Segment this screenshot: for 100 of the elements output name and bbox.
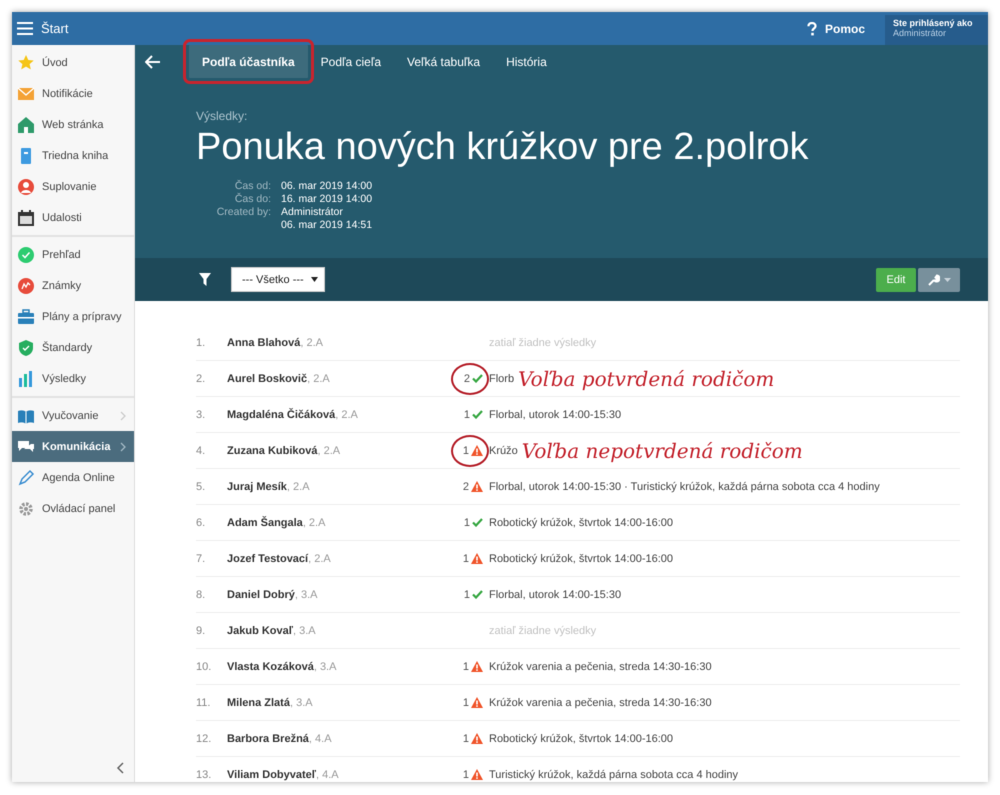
- participant-name[interactable]: Daniel Dobrý: [227, 588, 295, 600]
- participant-name[interactable]: Vlasta Kozáková: [227, 660, 314, 672]
- participant-name[interactable]: Anna Blahová: [227, 336, 300, 348]
- meta-value: 06. mar 2019 14:51: [281, 219, 374, 232]
- class-label: , 2.A: [335, 408, 358, 420]
- row-number: 2.: [196, 372, 206, 384]
- login-panel[interactable]: Ste prihlásený ako Administrátor: [885, 15, 988, 45]
- choice-count: 2: [464, 372, 470, 384]
- choice-count: 1: [464, 516, 470, 528]
- participant-name[interactable]: Viliam Dobyvateľ: [227, 768, 316, 780]
- result-text: Florbal, utorok 14:00-15:30 · Turistický krúžok, každá párna sobota cca 4 hodiny: [489, 480, 880, 492]
- result-text: Robotický krúžok, štvrtok 14:00-16:00: [489, 732, 674, 744]
- collapse-icon[interactable]: [116, 762, 124, 774]
- check-icon: [472, 590, 483, 599]
- choice-count: 1: [462, 768, 469, 780]
- class-label: , 2.A: [308, 552, 331, 564]
- handwritten-note: Voľba potvrdená rodičom: [518, 366, 774, 390]
- sidebar-item[interactable]: Vyučovanie: [12, 400, 134, 431]
- result-text: Florb: [489, 372, 514, 384]
- handwritten-note: Voľba nepotvrdená rodičom: [522, 438, 803, 462]
- person-icon: [17, 178, 35, 196]
- meta-label: Čas do:: [234, 193, 271, 206]
- tab[interactable]: História: [493, 45, 560, 78]
- class-label: , 2.A: [317, 444, 340, 456]
- class-label: , 2.A: [300, 336, 323, 348]
- row-number: 4.: [196, 444, 206, 456]
- participant-name[interactable]: Barbora Brežná: [227, 732, 309, 744]
- sidebar-item[interactable]: Úvod: [12, 47, 134, 78]
- participant-name[interactable]: Adam Šangala: [227, 516, 303, 528]
- class-label: , 3.A: [290, 696, 313, 708]
- row-number: 10.: [196, 660, 212, 672]
- result-text: Florbal, utorok 14:00-15:30: [489, 588, 622, 600]
- participant-name[interactable]: Jakub Kovaľ: [227, 624, 293, 636]
- help-icon[interactable]: [806, 22, 817, 36]
- meta-value: 06. mar 2019 14:00: [281, 180, 374, 193]
- menu-icon[interactable]: [17, 22, 33, 35]
- result-text: Krúžo: [489, 444, 518, 456]
- sidebar-item[interactable]: Výsledky: [12, 363, 134, 394]
- shield-icon: [17, 338, 35, 356]
- row-number: 12.: [196, 732, 212, 744]
- star-icon: [17, 54, 35, 72]
- check-icon: [472, 518, 483, 527]
- filter-icon[interactable]: [199, 273, 211, 286]
- back-arrow-icon[interactable]: [145, 54, 161, 68]
- sidebar-item[interactable]: Známky: [12, 270, 134, 301]
- warning-icon: [471, 445, 483, 456]
- pen-icon: [17, 468, 35, 486]
- house-icon: [17, 116, 35, 134]
- tab[interactable]: Podľa účastníka: [189, 45, 308, 78]
- participant-name[interactable]: Magdaléna Čičáková: [227, 408, 336, 420]
- app-title[interactable]: Štart: [41, 21, 68, 36]
- result-text: Robotický krúžok, štvrtok 14:00-16:00: [489, 552, 674, 564]
- row-number: 13.: [196, 768, 212, 780]
- sidebar-item[interactable]: Prehľad: [12, 239, 134, 270]
- choice-count: 2: [462, 480, 469, 492]
- tab[interactable]: Veľká tabuľka: [394, 45, 494, 78]
- row-number: 1.: [196, 336, 206, 348]
- result-text: Krúžok varenia a pečenia, streda 14:30-16:30: [489, 696, 712, 708]
- check-icon: [472, 410, 483, 419]
- tools-button[interactable]: [918, 268, 960, 292]
- sidebar-item[interactable]: Ovládací panel: [12, 493, 134, 524]
- sidebar-item[interactable]: Agenda Online: [12, 462, 134, 493]
- participant-name[interactable]: Jozef Testovací: [227, 552, 308, 564]
- sidebar-item[interactable]: Štandardy: [12, 332, 134, 363]
- class-label: , 3.A: [292, 624, 316, 636]
- wrench-icon: [928, 274, 940, 286]
- bar-chart-icon: [17, 370, 35, 388]
- choice-count: 1: [462, 444, 469, 456]
- warning-icon: [471, 661, 483, 672]
- choice-count: 1: [462, 732, 469, 744]
- row-number: 11.: [196, 696, 212, 708]
- sidebar-item[interactable]: Udalosti: [12, 202, 134, 233]
- result-text: Krúžok varenia a pečenia, streda 14:30-16:30: [489, 660, 712, 672]
- sidebar-item[interactable]: Suplovanie: [12, 171, 134, 202]
- meta-value: 16. mar 2019 14:00: [281, 193, 374, 206]
- choice-count: 1: [464, 588, 470, 600]
- participant-name[interactable]: Zuzana Kubiková: [227, 444, 318, 456]
- sidebar-item[interactable]: Notifikácie: [12, 78, 134, 109]
- choice-count: 1: [462, 552, 469, 564]
- class-label: , 2.A: [302, 516, 326, 528]
- chart-circle-icon: [17, 276, 35, 294]
- result-text: Turistický krúžok, každá párna sobota cca 4 hodiny: [489, 768, 738, 780]
- settings-icon: [17, 500, 35, 518]
- tab[interactable]: Podľa cieľa: [308, 45, 394, 78]
- participant-name[interactable]: Aurel Boskovič: [227, 372, 308, 384]
- participant-name[interactable]: Milena Zlatá: [227, 696, 290, 708]
- row-number: 5.: [196, 480, 206, 492]
- help-link[interactable]: Pomoc: [824, 22, 865, 36]
- sidebar-item[interactable]: Triedna kniha: [12, 140, 134, 171]
- filter-dropdown[interactable]: --- Všetko ---: [231, 267, 325, 292]
- sidebar-item[interactable]: Web stránka: [12, 109, 134, 140]
- warning-icon: [471, 733, 483, 744]
- sidebar-item[interactable]: Plány a prípravy: [12, 301, 134, 332]
- sidebar-item[interactable]: Komunikácia: [12, 431, 134, 462]
- result-text: Florbal, utorok 14:00-15:30: [489, 408, 622, 420]
- participant-name[interactable]: Juraj Mesík: [227, 480, 287, 492]
- page-title: Ponuka nových krúžkov pre 2.polrok: [196, 125, 810, 169]
- warning-icon: [471, 481, 483, 492]
- row-number: 6.: [196, 516, 206, 528]
- page-kicker: Výsledky:: [196, 109, 248, 123]
